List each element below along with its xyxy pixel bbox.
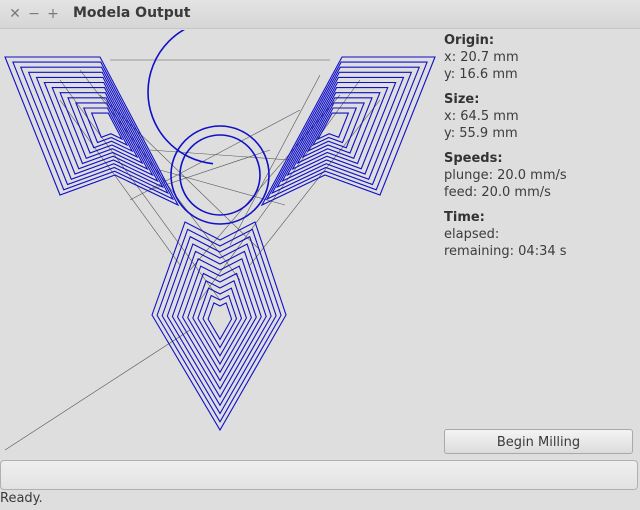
- hub-ring: [179, 134, 261, 216]
- elapsed-time-value: elapsed:: [444, 227, 500, 242]
- toolpath-contour: [19, 66, 170, 195]
- origin-y-value: y: 16.6 mm: [444, 67, 518, 82]
- toolpath-contour: [166, 243, 272, 407]
- toolpath-contour: [270, 66, 421, 195]
- minimize-icon[interactable]: −: [26, 5, 42, 23]
- toolpath-contour: [176, 257, 262, 390]
- speeds-heading: Speeds:: [444, 151, 503, 166]
- size-section: Size: x: 64.5 mm y: 55.9 mm: [444, 91, 634, 142]
- speeds-section: Speeds: plunge: 20.0 mm/s feed: 20.0 mm/…: [444, 150, 634, 201]
- progress-bar: [0, 460, 638, 490]
- hub-ring: [170, 125, 270, 225]
- travel-move: [4, 329, 191, 451]
- toolpath-preview: [4, 30, 436, 451]
- time-section: Time: elapsed: remaining: 04:34 s: [444, 209, 634, 260]
- size-x-value: x: 64.5 mm: [444, 109, 519, 124]
- maximize-icon[interactable]: +: [45, 5, 61, 23]
- status-text: Ready.: [0, 491, 43, 506]
- size-heading: Size:: [444, 92, 480, 107]
- window-title: Modela Output: [73, 5, 191, 21]
- job-info-panel: Origin: x: 20.7 mm y: 16.6 mm Size: x: 6…: [444, 32, 634, 268]
- travel-move: [59, 79, 221, 301]
- begin-milling-button[interactable]: Begin Milling: [444, 429, 633, 454]
- hub-ring: [147, 30, 293, 165]
- plunge-speed-value: plunge: 20.0 mm/s: [444, 168, 567, 183]
- close-icon[interactable]: ✕: [7, 5, 23, 23]
- hub-contours: [147, 30, 293, 225]
- travel-move: [189, 94, 341, 271]
- size-y-value: y: 55.9 mm: [444, 126, 518, 141]
- origin-heading: Origin:: [444, 33, 495, 48]
- remaining-time-value: remaining: 04:34 s: [444, 244, 567, 259]
- travel-move: [229, 74, 321, 246]
- time-heading: Time:: [444, 210, 485, 225]
- toolpath-contour: [156, 228, 282, 423]
- feed-speed-value: feed: 20.0 mm/s: [444, 185, 551, 200]
- origin-x-value: x: 20.7 mm: [444, 50, 519, 65]
- origin-section: Origin: x: 20.7 mm y: 16.6 mm: [444, 32, 634, 83]
- title-bar: ✕ − + Modela Output: [0, 0, 640, 29]
- travel-move: [149, 149, 291, 161]
